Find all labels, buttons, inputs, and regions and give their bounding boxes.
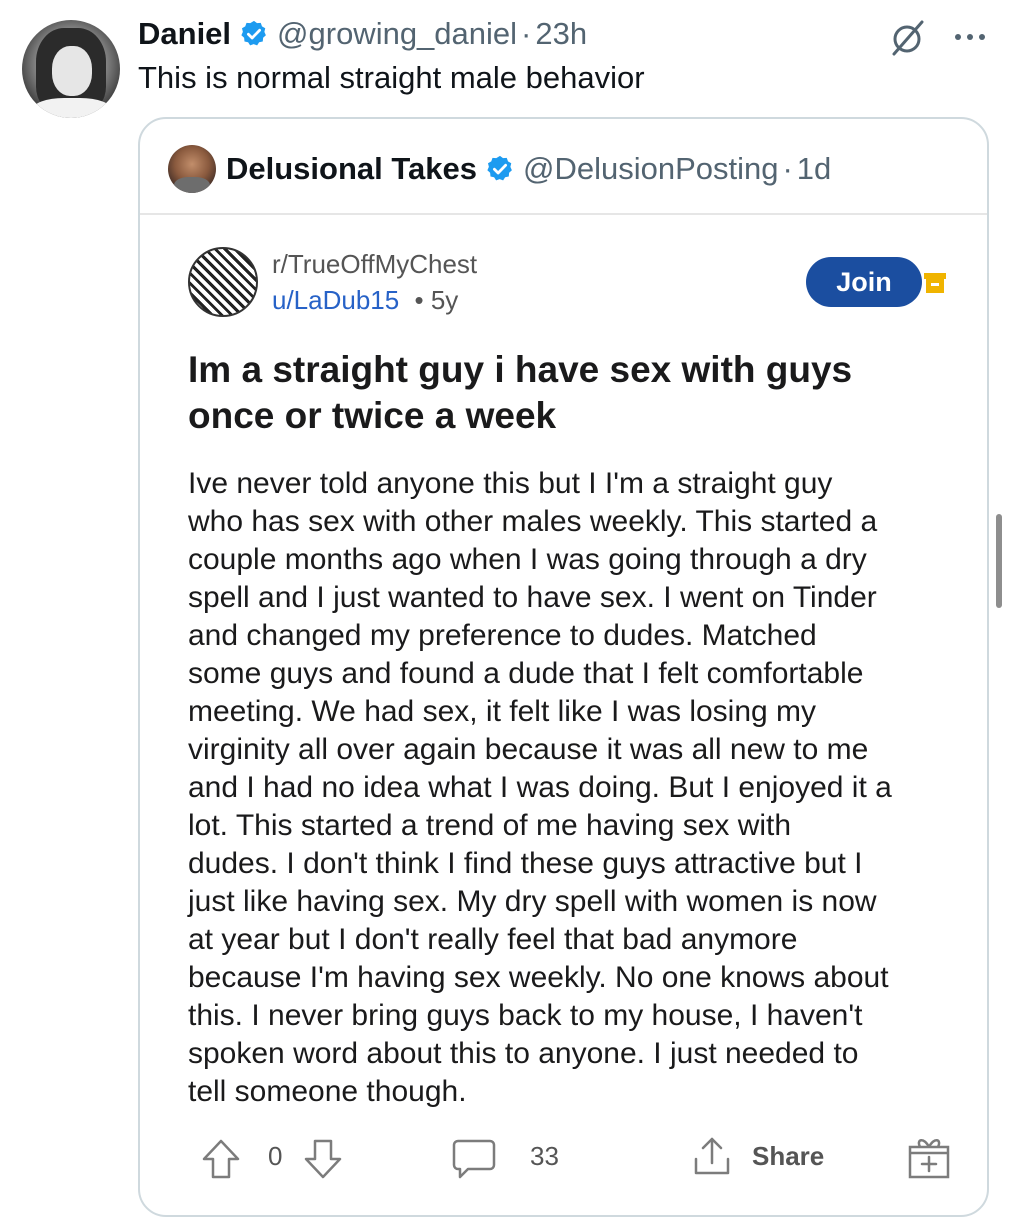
age-separator: • xyxy=(414,285,424,315)
quote-header: Delusional Takes @DelusionPosting · 1d xyxy=(226,147,831,191)
post-body-line: this. I never bring guys back to my hous… xyxy=(188,999,863,1032)
post-body-line: just like having sex. My dry spell with … xyxy=(188,885,877,918)
scrollbar[interactable] xyxy=(996,514,1002,608)
post-title-line: Im a straight guy i have sex with guys xyxy=(188,349,853,390)
quote-author-avatar[interactable] xyxy=(168,145,216,193)
post-body-line: at year but I don't really feel that bad… xyxy=(188,923,798,956)
subreddit-avatar xyxy=(188,247,258,317)
header-separator: · xyxy=(782,151,793,186)
author-handle[interactable]: @growing_daniel xyxy=(277,16,517,52)
post-body-line: couple months ago when I was going throu… xyxy=(188,543,867,576)
post-body-line: some guys and found a dude that I felt c… xyxy=(188,657,864,690)
join-button: Join xyxy=(806,257,922,307)
reddit-post-age: • 5y xyxy=(414,285,458,315)
post-body-line: because I'm having sex weekly. No one kn… xyxy=(188,961,889,994)
quote-timestamp[interactable]: 1d xyxy=(797,151,831,187)
verified-badge-icon xyxy=(241,20,266,46)
more-icon[interactable] xyxy=(950,22,990,52)
post-body-line: spell and I just wanted to have sex. I w… xyxy=(188,581,877,614)
avatar-face xyxy=(52,46,92,96)
post-body-line: virginity all over again because it was … xyxy=(188,733,869,766)
post-body-line: dudes. I don't think I find these guys a… xyxy=(188,847,863,880)
quote-author-handle[interactable]: @DelusionPosting xyxy=(523,151,779,187)
comment-icon xyxy=(452,1139,496,1179)
post-body-line: meeting. We had sex, it felt like I was … xyxy=(188,695,817,728)
post-body-line: and changed my preference to dudes. Matc… xyxy=(188,619,817,652)
post-title: Im a straight guy i have sex with guys o… xyxy=(188,347,948,439)
reddit-action-bar: 0 33 Share xyxy=(140,1131,987,1187)
age-value: 5y xyxy=(430,285,459,315)
divider xyxy=(140,213,987,215)
downvote-icon xyxy=(304,1139,342,1179)
post-body-line: tell someone though. xyxy=(188,1075,467,1108)
post-body-line: lot. This started a trend of me having s… xyxy=(188,809,792,842)
post-body-line: Ive never told anyone this but I I'm a s… xyxy=(188,467,833,500)
archive-icon xyxy=(924,273,946,293)
author-name[interactable]: Daniel xyxy=(138,16,231,52)
tweet-timestamp[interactable]: 23h xyxy=(535,16,587,52)
share-label: Share xyxy=(752,1141,825,1171)
post-body: Ive never told anyone this but I I'm a s… xyxy=(188,465,968,1111)
header-separator: · xyxy=(521,16,532,51)
avatar-suit xyxy=(174,177,210,193)
comment-count: 33 xyxy=(530,1141,559,1171)
author-avatar[interactable] xyxy=(22,20,120,118)
post-body-line: spoken word about this to anyone. I just… xyxy=(188,1037,859,1070)
reddit-user-line: u/LaDub15 • 5y xyxy=(272,285,458,316)
post-title-line: once or twice a week xyxy=(188,395,557,436)
reddit-username: u/LaDub15 xyxy=(272,285,400,315)
verified-badge-icon xyxy=(487,155,512,181)
vote-count: 0 xyxy=(268,1141,283,1171)
quote-author-name[interactable]: Delusional Takes xyxy=(226,151,477,187)
post-body-line: who has sex with other males weekly. Thi… xyxy=(188,505,878,538)
quoted-tweet-card[interactable]: Delusional Takes @DelusionPosting · 1d r… xyxy=(138,117,989,1217)
tweet-text: This is normal straight male behavior xyxy=(138,60,645,95)
tweet-header: Daniel @growing_daniel · 23h xyxy=(138,14,587,54)
upvote-icon xyxy=(202,1139,240,1179)
grok-icon[interactable] xyxy=(888,18,928,58)
share-icon xyxy=(694,1137,730,1175)
subreddit-name: r/TrueOffMyChest xyxy=(272,249,478,279)
award-icon xyxy=(908,1139,950,1179)
post-body-line: and I had no idea what I was doing. But … xyxy=(188,771,892,804)
avatar-shirt xyxy=(32,98,112,118)
